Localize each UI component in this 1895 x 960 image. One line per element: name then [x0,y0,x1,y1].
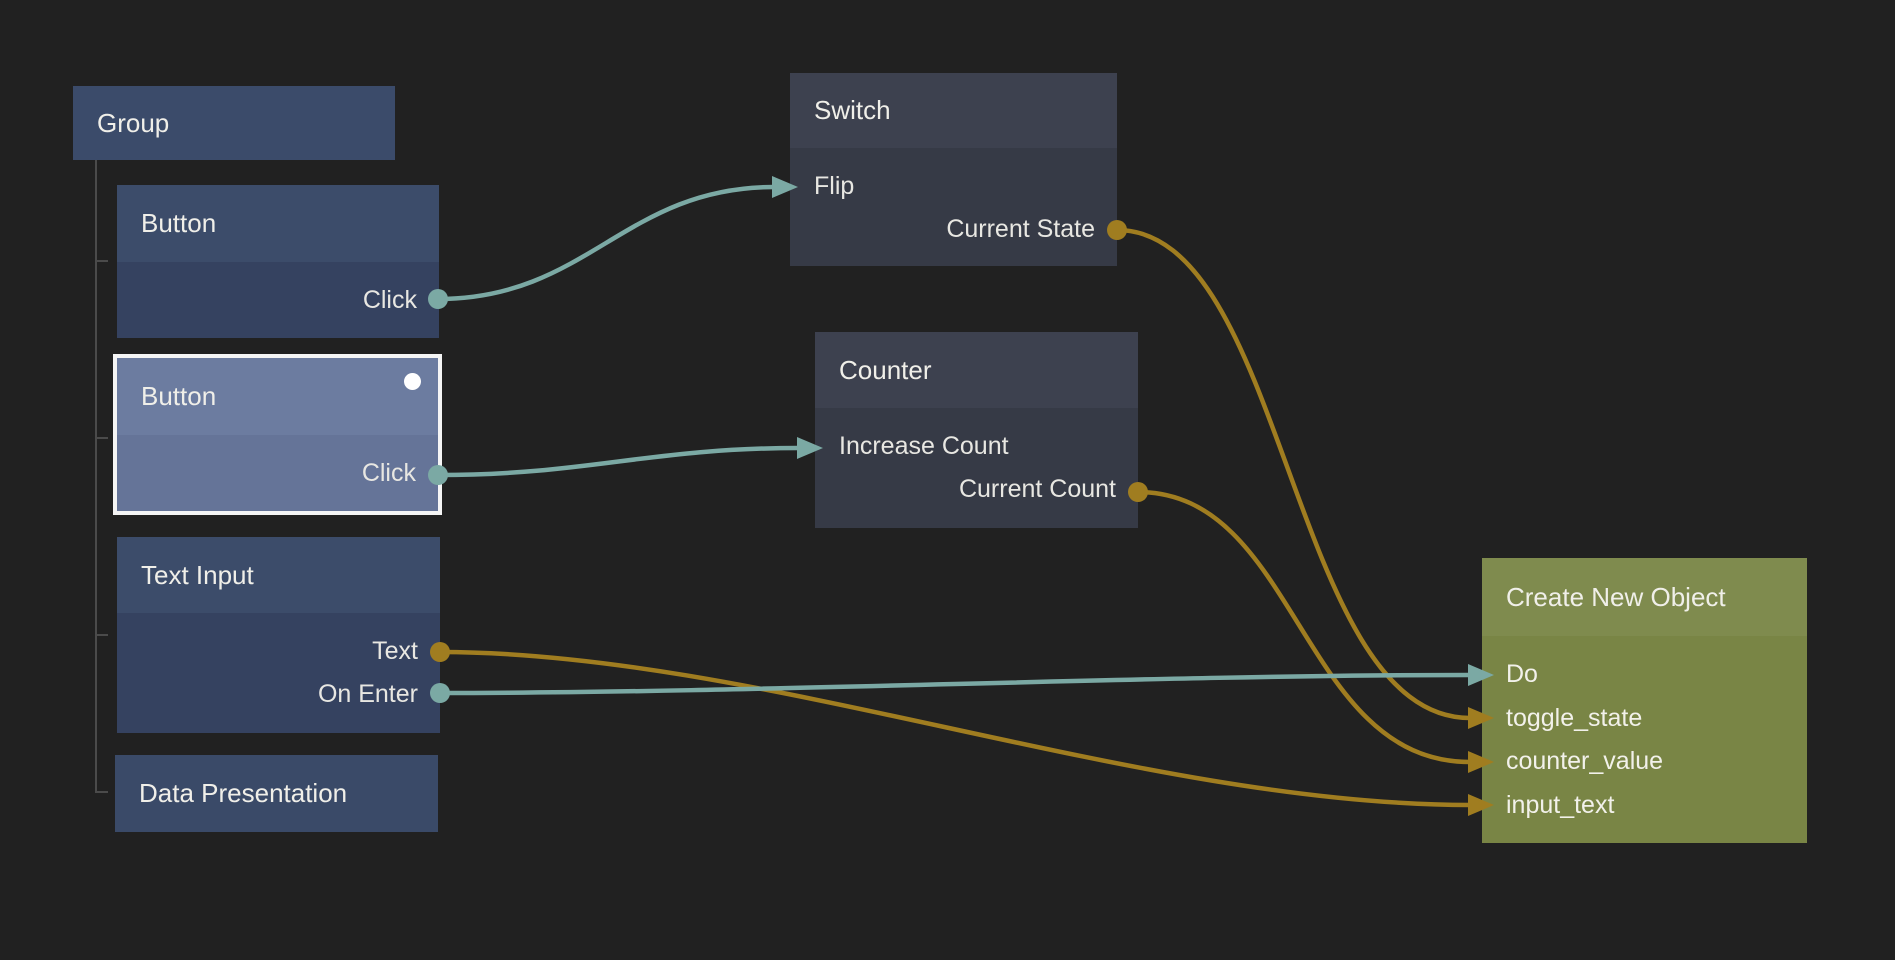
output-port-circle-text[interactable] [430,642,450,662]
output-port-circle-click[interactable] [428,289,448,309]
wire-click-to-flip[interactable] [438,187,774,299]
output-port-circle-on-enter[interactable] [430,683,450,703]
wire-current-count-to-counter-value[interactable] [1138,492,1470,762]
input-port-arrow-do[interactable] [1468,664,1494,686]
input-port-arrow-input-text[interactable] [1468,794,1494,816]
output-port-circle-current-count[interactable] [1128,482,1148,502]
input-port-arrow-increase-count[interactable] [797,437,823,459]
output-port-circle-click-2[interactable] [428,465,448,485]
wire-layer [0,0,1895,960]
wire-current-state-to-toggle-state[interactable] [1117,230,1470,718]
wire-click-to-increase-count[interactable] [438,448,799,475]
input-port-arrow-toggle-state[interactable] [1468,707,1494,729]
output-port-circle-current-state[interactable] [1107,220,1127,240]
wire-on-enter-to-do[interactable] [440,675,1470,693]
node-editor-canvas[interactable]: Group Button Click Button Click Text Inp… [0,0,1895,960]
input-port-arrow-counter-value[interactable] [1468,751,1494,773]
input-port-arrow-flip[interactable] [772,176,798,198]
